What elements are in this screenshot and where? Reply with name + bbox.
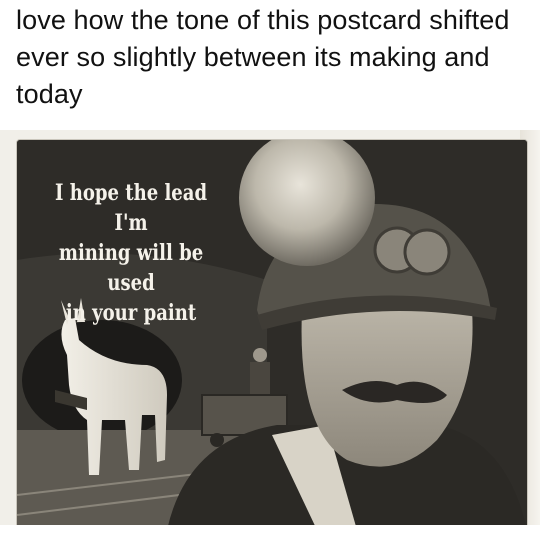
post-caption: love how the tone of this postcard shift… xyxy=(16,5,510,109)
postcard: I hope the lead I'm mining will be used in… xyxy=(17,140,527,530)
slogan-line: I hope the lead I'm xyxy=(55,180,208,236)
slogan-line: mining will be used xyxy=(58,240,204,296)
postcard-slogan: I hope the lead I'm mining will be used in… xyxy=(47,178,215,328)
slogan-line: in your paint xyxy=(65,300,197,326)
postcard-photo: I hope the lead I'm mining will be used in… xyxy=(0,130,540,533)
bottom-strip xyxy=(0,525,540,533)
